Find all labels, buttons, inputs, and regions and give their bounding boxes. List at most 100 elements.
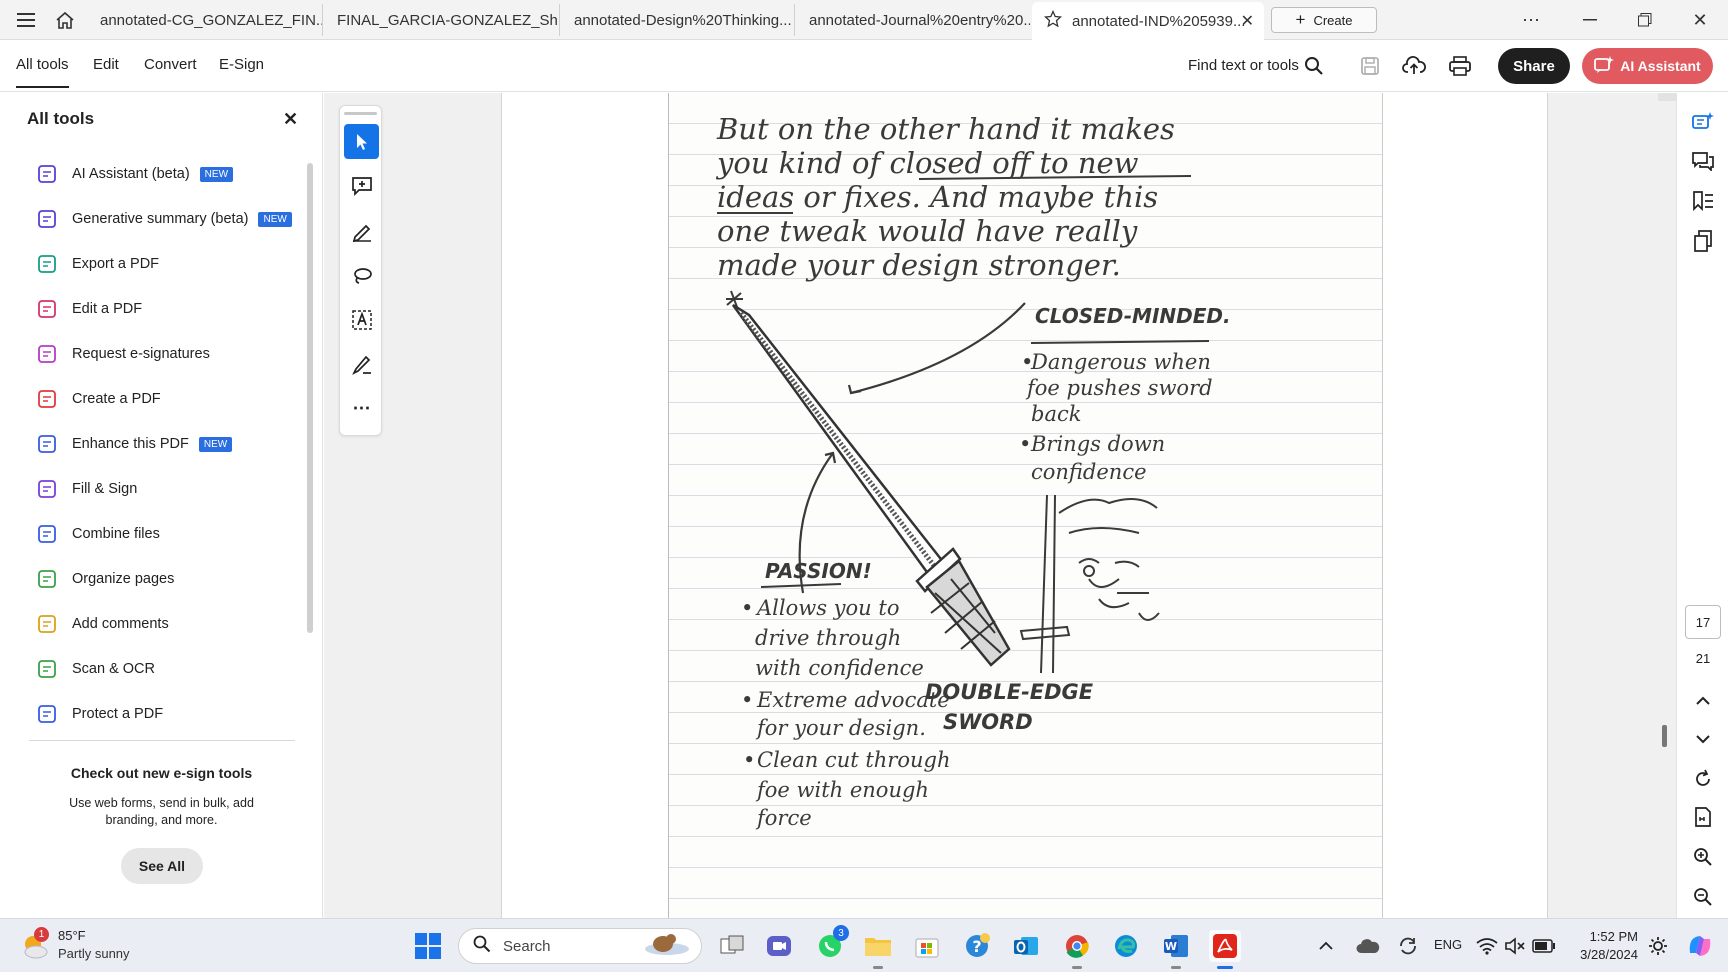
zoom-out-icon[interactable] (1691, 885, 1715, 909)
menu-convert[interactable]: Convert (144, 56, 197, 73)
tool-request-e-signatures[interactable]: Request e-signatures (36, 340, 210, 368)
tool-add-comments[interactable]: Add comments (36, 610, 169, 638)
restore-icon[interactable] (1630, 6, 1660, 34)
add-comment-icon[interactable] (344, 168, 379, 203)
promo-text: Use web forms, send in bulk, add brandin… (69, 796, 254, 827)
tab-3[interactable]: annotated-Design%20Thinking... (562, 4, 795, 36)
select-tool-icon[interactable] (344, 124, 379, 159)
more-tools-icon[interactable]: ⋯ (344, 391, 379, 426)
pages-rail-icon[interactable] (1691, 229, 1715, 253)
passion-bullet-text: for your design. (755, 716, 926, 740)
tool-label: Generative summary (beta) (72, 211, 249, 227)
zoom-in-icon[interactable] (1691, 845, 1715, 869)
fit-page-icon[interactable] (1691, 805, 1715, 829)
minimize-icon[interactable] (1575, 6, 1605, 34)
see-all-button[interactable]: See All (121, 848, 203, 884)
tool-edit-pdf[interactable]: Edit a PDF (36, 295, 142, 323)
menu-edit[interactable]: Edit (93, 56, 119, 73)
passion-title: PASSION! (765, 559, 872, 583)
language-indicator[interactable]: ENG (1434, 937, 1462, 952)
microsoft-store-icon[interactable] (911, 930, 943, 962)
weather-icon[interactable]: 1 (20, 927, 50, 961)
tool-enhance-pdf[interactable]: Enhance this PDF NEW (36, 430, 233, 458)
tab-2[interactable]: FINAL_GARCIA-GONZALEZ_Sh... (325, 4, 560, 36)
tool-fill-sign[interactable]: Fill & Sign (36, 475, 137, 503)
weather-description[interactable]: Partly sunny (58, 946, 130, 961)
tab-5-active[interactable]: annotated-IND%205939... ✕ (1032, 2, 1264, 40)
save-icon[interactable] (1357, 54, 1383, 78)
next-page-icon[interactable] (1691, 727, 1715, 751)
find-text-button[interactable]: Find text or tools (1188, 57, 1299, 74)
passion-bullet: • (743, 748, 755, 772)
weather-temperature[interactable]: 85°F (58, 928, 86, 943)
battery-icon[interactable] (1530, 930, 1558, 962)
sign-pen-icon[interactable] (344, 346, 379, 381)
lasso-draw-icon[interactable] (344, 258, 379, 293)
highlight-pen-icon[interactable] (344, 213, 379, 248)
windows-start-icon[interactable] (412, 930, 444, 962)
drag-handle[interactable] (344, 112, 377, 115)
search-icon[interactable] (1301, 54, 1327, 78)
create-pdf-icon (36, 388, 58, 410)
tab-4[interactable]: annotated-Journal%20entry%20... (797, 4, 1030, 36)
comments-rail-icon[interactable] (1691, 149, 1715, 173)
tool-generative-summary[interactable]: Generative summary (beta) NEW (36, 205, 292, 233)
tool-ai-assistant[interactable]: AI Assistant (beta) NEW (36, 160, 234, 188)
tool-export-pdf[interactable]: Export a PDF (36, 250, 159, 278)
tool-scan-ocr[interactable]: Scan & OCR (36, 655, 155, 683)
print-icon[interactable] (1447, 54, 1473, 78)
document-viewport[interactable]: But on the other hand it makes you kind … (324, 93, 1676, 918)
ai-assistant-button[interactable]: AI Assistant (1582, 48, 1713, 84)
ai-assistant-rail-icon[interactable] (1691, 110, 1715, 134)
current-page-input[interactable]: 17 (1685, 605, 1721, 639)
chrome-icon[interactable] (1061, 930, 1093, 969)
bookmarks-rail-icon[interactable] (1691, 189, 1715, 213)
notification-settings-icon[interactable] (1644, 930, 1672, 962)
menu-e-sign[interactable]: E-Sign (219, 56, 264, 73)
cloud-upload-icon[interactable] (1401, 54, 1427, 78)
tool-create-pdf[interactable]: Create a PDF (36, 385, 161, 413)
home-icon[interactable] (53, 8, 77, 32)
panel-scrollbar[interactable] (307, 163, 313, 633)
outlook-icon[interactable] (1010, 930, 1042, 962)
svg-text:?: ? (972, 937, 981, 956)
file-explorer-icon[interactable] (862, 930, 894, 969)
generative-summary-icon (36, 208, 58, 230)
tool-organize-pages[interactable]: Organize pages (36, 565, 174, 593)
menu-all-tools[interactable]: All tools (16, 56, 69, 88)
taskbar-clock[interactable]: 1:52 PM 3/28/2024 (1568, 928, 1638, 964)
previous-page-icon[interactable] (1691, 689, 1715, 713)
close-window-icon[interactable]: ✕ (1685, 6, 1715, 34)
tab-1[interactable]: annotated-CG_GONZALEZ_FIN... (88, 4, 323, 36)
copilot-icon[interactable] (1684, 930, 1716, 962)
pdf-page[interactable]: But on the other hand it makes you kind … (668, 93, 1383, 918)
task-view-icon[interactable] (716, 930, 748, 962)
close-panel-icon[interactable]: ✕ (283, 109, 298, 130)
tool-label: Request e-signatures (72, 346, 210, 362)
share-button[interactable]: Share (1498, 48, 1570, 84)
tool-protect-pdf[interactable]: Protect a PDF (36, 700, 163, 728)
tool-label: Add comments (72, 616, 169, 632)
edge-icon[interactable] (1110, 930, 1142, 962)
whatsapp-icon[interactable]: 3 (814, 925, 849, 962)
teams-meet-icon[interactable] (763, 930, 795, 962)
text-box-icon[interactable] (344, 302, 379, 337)
tool-combine-files[interactable]: Combine files (36, 520, 160, 548)
wifi-icon[interactable] (1474, 930, 1500, 962)
sync-icon[interactable] (1394, 930, 1422, 962)
hamburger-menu-icon[interactable] (14, 8, 38, 32)
close-tab-icon[interactable]: ✕ (1241, 11, 1254, 31)
taskbar-search-input[interactable]: Search (458, 928, 702, 964)
create-button[interactable]: + Create (1271, 7, 1377, 33)
onedrive-icon[interactable] (1354, 930, 1382, 962)
star-icon[interactable] (1043, 9, 1063, 32)
speaker-muted-icon[interactable] (1502, 930, 1528, 962)
document-scrollbar-thumb[interactable] (1662, 725, 1667, 747)
get-help-icon[interactable]: ? (961, 930, 993, 962)
more-options-icon[interactable]: ⋯ (1516, 6, 1546, 34)
show-hidden-icons[interactable] (1316, 930, 1336, 962)
acrobat-icon[interactable] (1209, 930, 1241, 969)
rotate-icon[interactable] (1691, 767, 1715, 791)
word-icon[interactable]: W (1160, 930, 1192, 969)
scroll-up-area[interactable] (1658, 93, 1676, 101)
